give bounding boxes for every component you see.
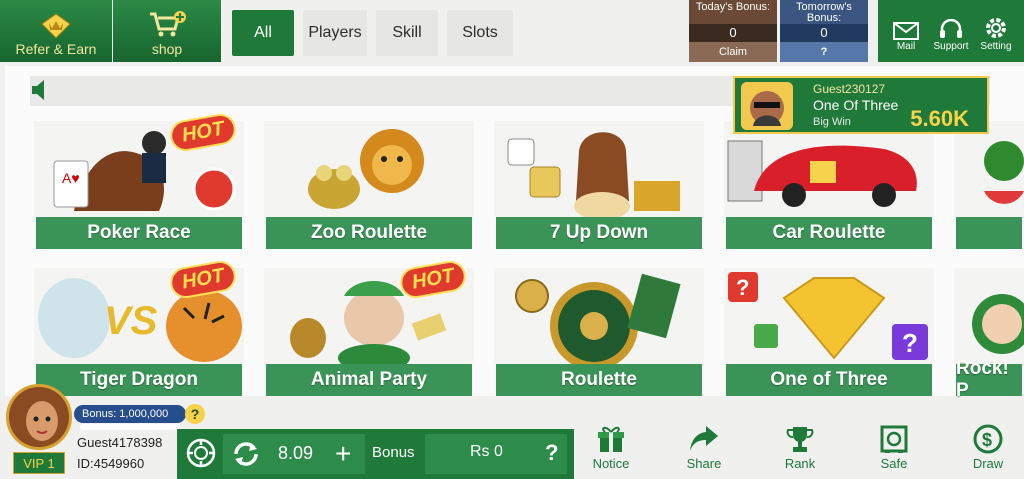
bonus-progress-label: Bonus: 1,000,000 <box>74 405 186 423</box>
gift-icon <box>598 426 624 452</box>
game-card-roulette[interactable]: Roulette <box>494 268 704 396</box>
roulette-wheel-icon <box>494 268 704 364</box>
mail-icon <box>893 22 919 40</box>
share-arrow-icon <box>690 426 718 451</box>
player-username: Guest4178398 <box>77 435 163 450</box>
game-label: Zoo Roulette <box>266 217 472 249</box>
tomorrow-bonus: Tomorrow's Bonus: 0 ? <box>780 0 868 62</box>
game-label: Poker Race <box>36 217 242 249</box>
game-card-car-roulette[interactable]: Car Roulette <box>724 121 934 249</box>
game-label: 7 Up Down <box>496 217 702 249</box>
game-label: Car Roulette <box>726 217 932 249</box>
tab-skill[interactable]: Skill <box>376 10 438 56</box>
game-label: Rock! P <box>956 358 1022 401</box>
claim-button[interactable]: Claim <box>689 42 777 62</box>
tomorrow-bonus-value: 0 <box>780 24 868 42</box>
svg-text:A♥: A♥ <box>62 170 80 186</box>
winner-username: Guest230127 <box>813 82 886 96</box>
trophy-icon <box>786 427 814 452</box>
big-win-label: Big Win <box>813 116 851 128</box>
sports-car-icon <box>724 121 934 217</box>
game-card-zoo-roulette[interactable]: Zoo Roulette <box>264 121 474 249</box>
today-bonus-title: Today's Bonus: <box>695 1 771 13</box>
speaker-icon[interactable] <box>30 78 52 102</box>
fruit-icon <box>954 121 1024 217</box>
mail-button[interactable]: Mail <box>884 0 928 62</box>
game-card-one-of-three[interactable]: ?? One of Three <box>724 268 934 396</box>
today-bonus: Today's Bonus: 0 Claim <box>689 0 777 62</box>
nav-rank-label: Rank <box>784 456 816 471</box>
bonus-label: Bonus <box>372 444 415 461</box>
support-label: Support <box>933 41 969 52</box>
bonus-help-button[interactable]: ? <box>185 404 205 424</box>
tab-all[interactable]: All <box>232 10 294 56</box>
fist-icon <box>954 268 1024 364</box>
game-card-7-up-down[interactable]: 7 Up Down <box>494 121 704 249</box>
today-bonus-value: 0 <box>689 24 777 42</box>
bonus-progress-bar <box>80 424 180 430</box>
game-label: Tiger Dragon <box>36 364 242 396</box>
bonus-value: Rs 0 <box>470 443 503 460</box>
big-win-ticker: Guest230127 One Of Three Big Win 5.60K <box>733 76 989 134</box>
win-amount: 5.60K <box>910 106 969 131</box>
svg-text:?: ? <box>902 328 918 358</box>
nav-draw[interactable]: $ Draw <box>958 424 1018 476</box>
nav-notice[interactable]: Notice <box>581 424 641 476</box>
mail-label: Mail <box>896 41 916 52</box>
game-label: Roulette <box>496 364 702 396</box>
dollar-coin-icon: $ <box>973 424 1003 454</box>
game-label <box>956 217 1022 249</box>
nav-safe[interactable]: Safe <box>864 424 924 476</box>
refresh-icon <box>234 442 258 466</box>
shop-button[interactable]: shop <box>113 0 221 62</box>
nav-draw-label: Draw <box>972 456 1004 471</box>
player-id: ID:4549960 <box>77 456 145 471</box>
tomorrow-help-button[interactable]: ? <box>780 42 868 62</box>
nav-notice-label: Notice <box>592 456 630 471</box>
chip-icon[interactable] <box>186 438 216 468</box>
player-avatar[interactable] <box>6 384 72 450</box>
refer-earn-button[interactable]: Refer & Earn <box>0 0 112 62</box>
support-button[interactable]: Support <box>928 0 974 62</box>
shop-label: shop <box>151 41 183 57</box>
game-card-fruit[interactable] <box>954 121 1024 249</box>
vip-badge[interactable]: VIP 1 <box>13 452 65 474</box>
game-card-rock-paper[interactable]: Rock! P <box>954 268 1024 401</box>
lion-frog-icon <box>264 121 474 217</box>
nav-safe-label: Safe <box>880 456 908 471</box>
tomorrow-bonus-title: Tomorrow's Bonus: <box>796 1 852 24</box>
svg-text:$: $ <box>982 430 992 450</box>
gear-icon <box>986 18 1006 38</box>
svg-text:?: ? <box>736 275 749 300</box>
dice-icon <box>494 121 704 217</box>
game-card-animal-party[interactable]: HOT Animal Party <box>264 258 474 396</box>
balance-value: 8.09 <box>278 443 314 463</box>
cart-plus-icon <box>150 11 186 37</box>
nav-share-label: Share <box>686 456 722 471</box>
nav-share[interactable]: Share <box>674 424 734 476</box>
diamond-icon: ?? <box>724 268 934 364</box>
game-card-tiger-dragon[interactable]: VS HOT Tiger Dragon <box>34 258 244 396</box>
safe-icon <box>880 425 908 453</box>
winner-avatar <box>741 82 793 130</box>
setting-label: Setting <box>980 41 1012 52</box>
crown-icon <box>41 13 71 39</box>
game-label: One of Three <box>726 364 932 396</box>
setting-button[interactable]: Setting <box>974 0 1018 62</box>
headset-icon <box>940 19 962 38</box>
tab-slots[interactable]: Slots <box>447 10 513 56</box>
refer-label: Refer & Earn <box>15 41 97 57</box>
nav-rank[interactable]: Rank <box>770 424 830 476</box>
winner-game: One Of Three <box>813 97 899 113</box>
game-label: Animal Party <box>266 364 472 396</box>
svg-text:VS: VS <box>104 299 158 343</box>
deposit-plus-button[interactable]: + <box>335 437 351 471</box>
bonus-question-button[interactable]: ? <box>545 440 558 466</box>
game-card-poker-race[interactable]: A♥ HOT Poker Race <box>34 111 244 249</box>
tab-players[interactable]: Players <box>303 10 367 56</box>
